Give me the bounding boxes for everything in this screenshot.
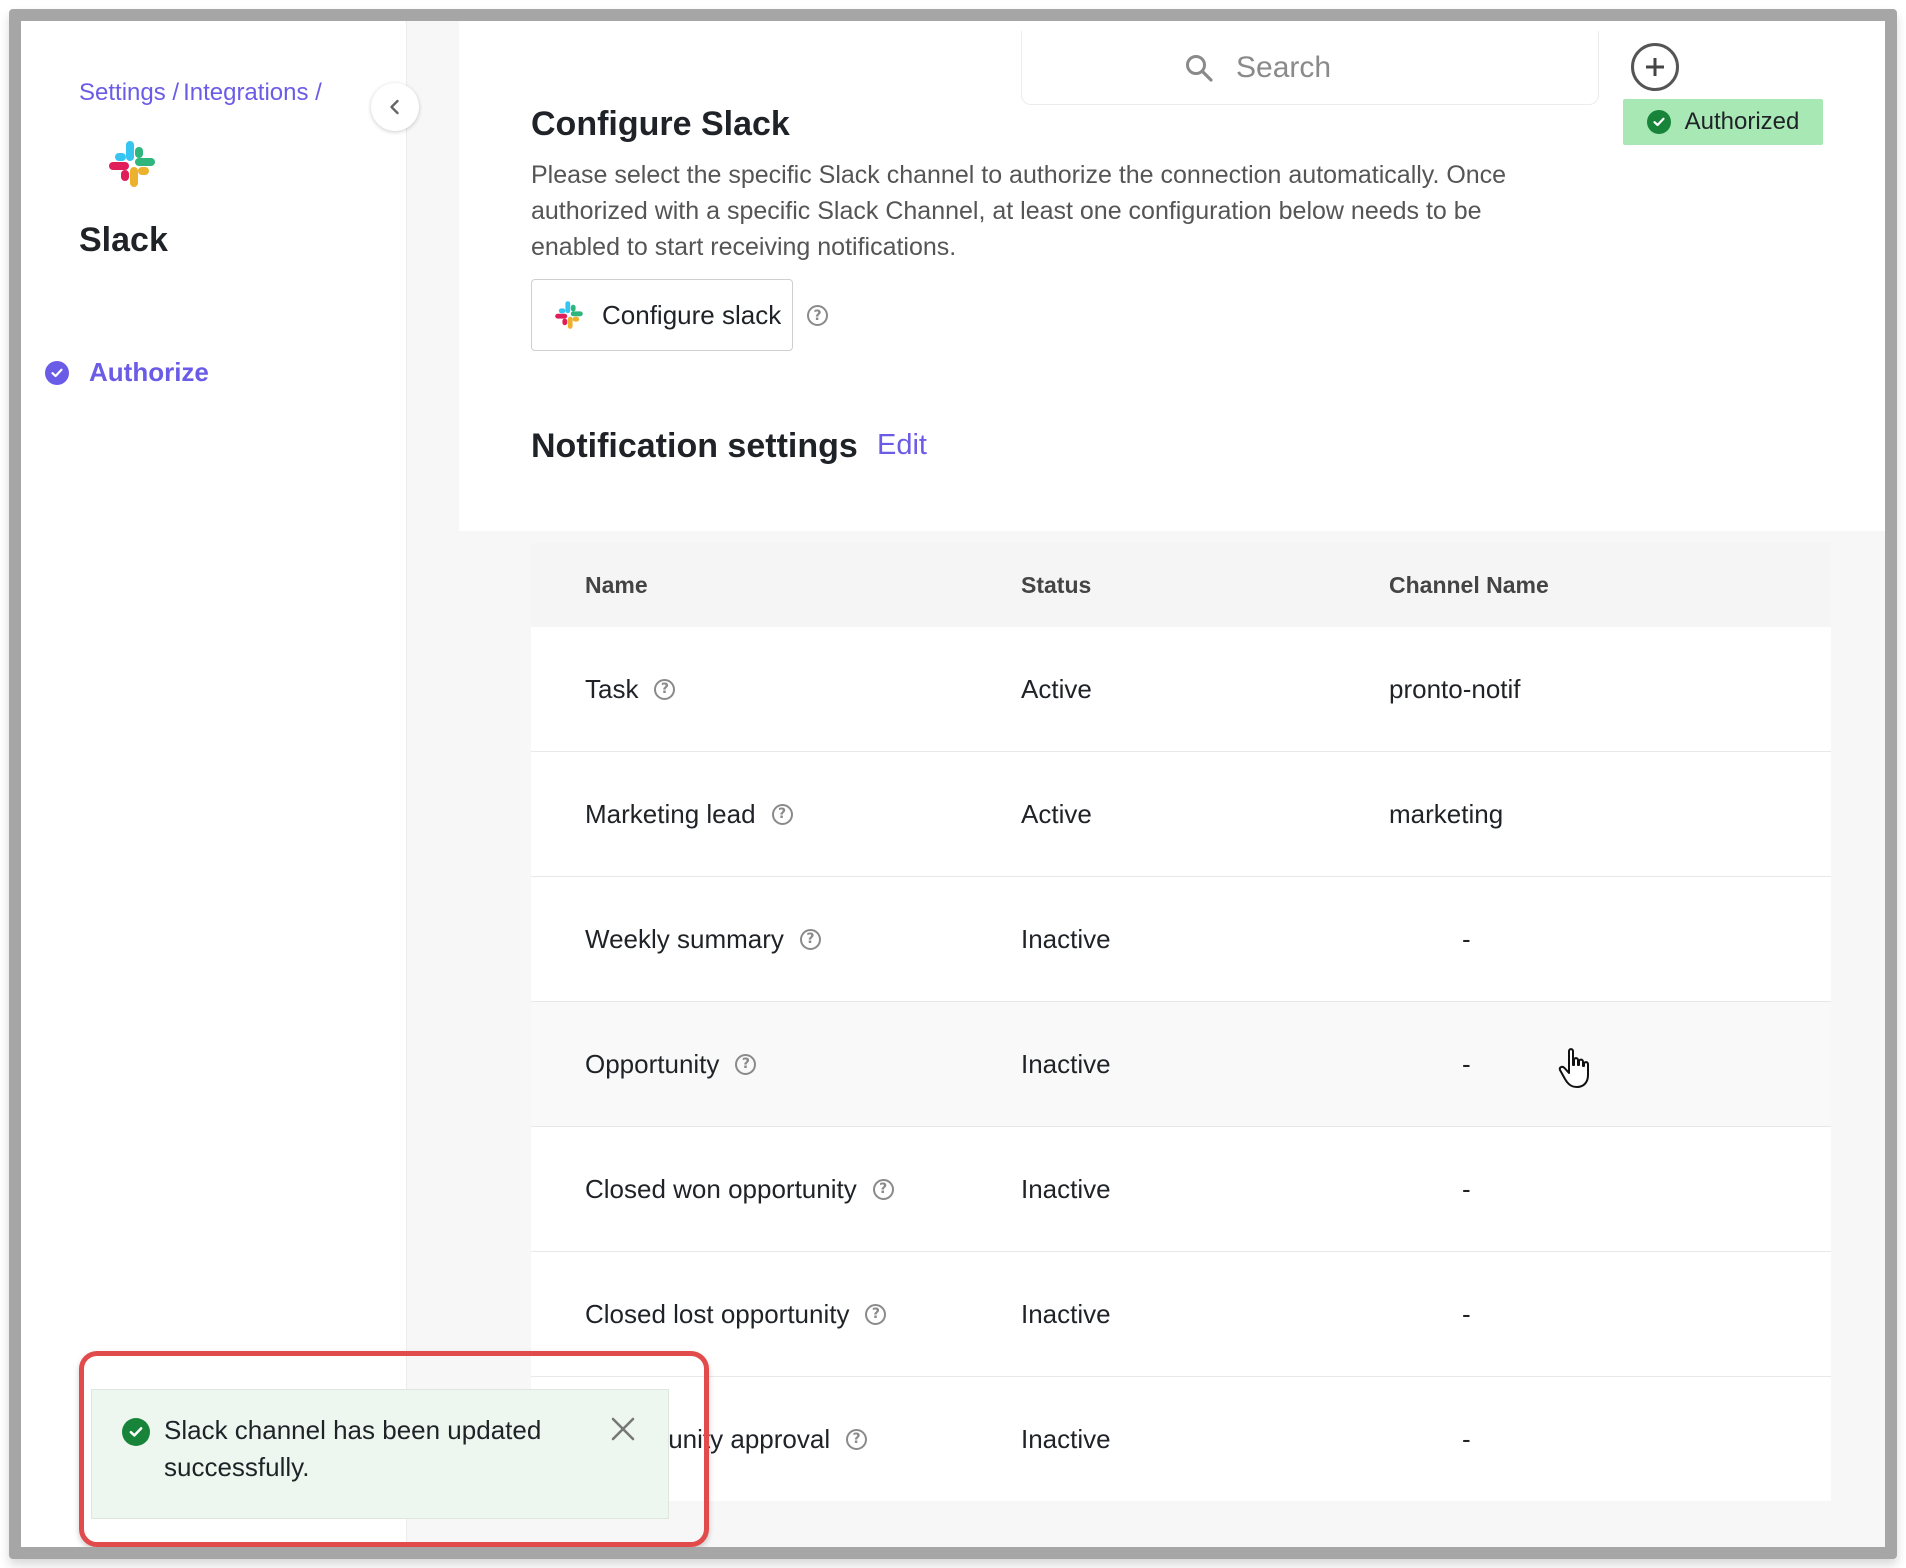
question-circle-icon[interactable]: ? [771, 803, 793, 825]
row-name: Task [585, 673, 639, 704]
table-row[interactable]: tunity approval? Inactive - [531, 1377, 1831, 1501]
edit-link[interactable]: Edit [877, 429, 927, 462]
row-name: Weekly summary [585, 923, 784, 954]
row-status: Inactive [1021, 1173, 1111, 1204]
search-input[interactable] [1236, 50, 1436, 85]
row-channel: - [1462, 1173, 1471, 1204]
success-toast: Slack channel has been updated successfu… [91, 1389, 669, 1519]
table-header: Name Status Channel Name [531, 543, 1831, 627]
breadcrumb: Settings / Integrations / [79, 79, 322, 107]
plus-circle-icon [1646, 58, 1664, 76]
row-channel: - [1462, 1298, 1471, 1329]
row-channel: - [1462, 923, 1471, 954]
row-channel: - [1462, 1423, 1471, 1454]
table-row[interactable]: Task? Active pronto-notif [531, 627, 1831, 752]
row-channel: pronto-notif [1389, 673, 1521, 704]
row-status: Inactive [1021, 923, 1111, 954]
sidebar: Settings / Integrations / Slack Authoriz… [21, 21, 407, 1547]
row-name: Marketing lead [585, 798, 756, 829]
table-row[interactable]: Weekly summary? Inactive - [531, 877, 1831, 1002]
notification-table: Name Status Channel Name Task? Active pr… [531, 543, 1831, 1501]
hand-pointer-icon [1558, 1048, 1589, 1088]
question-circle-icon[interactable]: ? [846, 1428, 868, 1450]
configure-slack-label: Configure slack [602, 299, 782, 330]
question-circle-icon[interactable]: ? [865, 1303, 887, 1325]
check-circle-icon [122, 1418, 150, 1446]
row-status: Inactive [1021, 1048, 1111, 1079]
column-header-channel: Channel Name [1389, 571, 1549, 598]
row-name: Closed won opportunity [585, 1173, 857, 1204]
row-name: Opportunity [585, 1048, 720, 1079]
chevron-left-icon [390, 99, 399, 115]
row-channel: - [1462, 1048, 1471, 1079]
table-row[interactable]: Marketing lead? Active marketing [531, 752, 1831, 877]
page-description: Please select the specific Slack channel… [531, 161, 1507, 261]
row-name: Closed lost opportunity [585, 1298, 850, 1329]
row-status: Active [1021, 673, 1092, 704]
toast-message: Slack channel has been updated successfu… [164, 1415, 542, 1482]
search-icon [1186, 54, 1213, 82]
page-title: Configure Slack [531, 105, 790, 143]
sidebar-item-authorize[interactable]: Authorize [45, 357, 209, 388]
check-circle-icon [45, 360, 69, 385]
check-circle-icon [1646, 110, 1671, 134]
table-row[interactable]: Closed lost opportunity? Inactive - [531, 1252, 1831, 1377]
app-name: Slack [79, 221, 168, 259]
collapse-sidebar-button[interactable] [371, 83, 419, 131]
row-status: Inactive [1021, 1423, 1111, 1454]
question-circle-icon[interactable]: ? [654, 678, 676, 700]
question-circle-icon[interactable]: ? [735, 1053, 757, 1075]
row-status: Inactive [1021, 1298, 1111, 1329]
badge-label: Authorized [1684, 108, 1800, 135]
slack-logo-icon [555, 301, 583, 329]
notification-settings-title: Notification settings [531, 427, 858, 465]
breadcrumb-settings[interactable]: Settings / [79, 79, 179, 107]
question-circle-icon[interactable]: ? [872, 1178, 894, 1200]
search-bar[interactable] [1021, 31, 1599, 105]
add-button[interactable] [1631, 43, 1679, 91]
row-channel: marketing [1389, 798, 1504, 829]
table-row[interactable]: Closed won opportunity? Inactive - [531, 1127, 1831, 1252]
breadcrumb-integrations[interactable]: Integrations / [183, 79, 322, 107]
row-status: Active [1021, 798, 1092, 829]
sidebar-item-label: Authorize [89, 357, 209, 387]
column-header-name: Name [585, 571, 648, 598]
app-window: Settings / Integrations / Slack Authoriz… [9, 9, 1897, 1559]
column-header-status: Status [1021, 571, 1092, 598]
configure-slack-button[interactable]: Configure slack [531, 279, 793, 351]
question-circle-icon[interactable]: ? [807, 305, 828, 326]
question-circle-icon[interactable]: ? [799, 928, 821, 950]
close-icon[interactable] [610, 1416, 636, 1442]
table-row[interactable]: Opportunity? Inactive - [531, 1002, 1831, 1127]
authorized-badge: Authorized [1623, 99, 1823, 145]
slack-logo-icon [109, 141, 155, 187]
sidebar-gutter [407, 21, 459, 1547]
